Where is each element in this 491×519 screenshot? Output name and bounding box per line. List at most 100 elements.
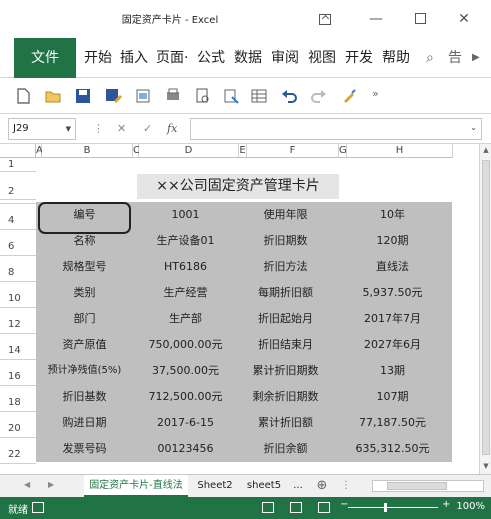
field-label[interactable]: 每期折旧额	[238, 280, 333, 306]
tell-me-icon[interactable]: ⌕	[426, 44, 434, 72]
cancel-icon[interactable]: ✕	[117, 122, 126, 135]
field-value[interactable]: 1001	[133, 202, 238, 228]
field-label[interactable]: 剩余折旧期数	[238, 384, 333, 410]
field-value[interactable]: 2017年7月	[333, 306, 452, 332]
maximize-button[interactable]	[400, 4, 440, 34]
column-header-e[interactable]: E	[239, 144, 247, 158]
field-value[interactable]: 生产经营	[133, 280, 238, 306]
tabs-scroll-right-icon[interactable]: ▶	[472, 44, 480, 72]
field-label[interactable]: 累计折旧期数	[238, 358, 333, 384]
next-sheet-icon[interactable]: ▶	[48, 480, 54, 489]
save-icon[interactable]	[74, 87, 92, 105]
sheet-tab-sheet2[interactable]: Sheet2	[190, 475, 240, 497]
field-value[interactable]: 712,500.00元	[133, 384, 238, 410]
minimize-button[interactable]: —	[356, 4, 396, 34]
field-value[interactable]: 13期	[333, 358, 452, 384]
tab-view[interactable]: 视图	[308, 44, 336, 72]
tab-data[interactable]: 数据	[234, 44, 262, 72]
page-layout-view-icon[interactable]	[290, 502, 302, 513]
field-label[interactable]: 累计折旧额	[238, 410, 333, 436]
card-title[interactable]: ××公司固定资产管理卡片	[137, 174, 339, 199]
field-value[interactable]: 生产设备01	[133, 228, 238, 254]
row-header-8[interactable]: 8	[0, 256, 36, 282]
row-header-10[interactable]: 10	[0, 282, 36, 308]
tab-insert[interactable]: 插入	[120, 44, 148, 72]
field-value[interactable]: 2027年6月	[333, 332, 452, 358]
zoom-out-icon[interactable]: −	[340, 499, 348, 510]
field-value[interactable]: 37,500.00元	[133, 358, 238, 384]
redo-icon[interactable]	[310, 87, 328, 105]
field-label[interactable]: 部门	[36, 306, 133, 332]
row-header-18[interactable]: 18	[0, 386, 36, 412]
row-header-14[interactable]: 14	[0, 334, 36, 360]
field-value[interactable]: 77,187.50元	[333, 410, 452, 436]
field-label[interactable]: 资产原值	[36, 332, 133, 358]
field-value[interactable]: 2017-6-15	[133, 410, 238, 436]
field-label[interactable]: 使用年限	[238, 202, 333, 228]
field-value[interactable]: 107期	[333, 384, 452, 410]
tab-review[interactable]: 审阅	[271, 44, 299, 72]
zoom-slider-knob[interactable]	[384, 503, 387, 512]
select-all-corner[interactable]	[0, 144, 36, 158]
field-label[interactable]: 发票号码	[36, 436, 133, 462]
field-label[interactable]: 购进日期	[36, 410, 133, 436]
row-header-2[interactable]: 2	[0, 172, 36, 200]
field-value[interactable]: 生产部	[133, 306, 238, 332]
page-break-preview-icon[interactable]	[318, 502, 330, 513]
tab-page-layout[interactable]: 页面·	[156, 44, 192, 72]
normal-view-icon[interactable]	[262, 502, 274, 513]
field-label[interactable]: 折旧基数	[36, 384, 133, 410]
tab-help[interactable]: 帮助	[382, 44, 410, 72]
spelling-icon[interactable]	[194, 87, 212, 105]
more-sheets-button[interactable]: ...	[288, 475, 308, 497]
field-label[interactable]: 预计净残值(5%)	[36, 358, 133, 384]
new-sheet-icon[interactable]: ⊕	[312, 475, 332, 497]
format-painter-icon[interactable]	[222, 87, 240, 105]
open-folder-icon[interactable]	[44, 87, 62, 105]
save-as-icon[interactable]	[104, 87, 122, 105]
undo-icon[interactable]	[280, 87, 298, 105]
column-header-g[interactable]: G	[339, 144, 347, 158]
field-value[interactable]: 直线法	[333, 254, 452, 280]
horizontal-scroll-thumb[interactable]	[387, 482, 447, 490]
table-icon[interactable]	[250, 87, 268, 105]
row-header-4[interactable]: 4	[0, 204, 36, 230]
new-document-icon[interactable]	[14, 87, 32, 105]
tab-formulas[interactable]: 公式	[197, 44, 225, 72]
row-header-20[interactable]: 20	[0, 412, 36, 438]
field-value[interactable]: 120期	[333, 228, 452, 254]
sheet-tab-active[interactable]: 固定资产卡片-直线法	[84, 475, 188, 497]
row-header-6[interactable]: 6	[0, 230, 36, 256]
tab-split-handle-icon[interactable]: ⋮	[336, 475, 356, 497]
field-label[interactable]: 类别	[36, 280, 133, 306]
name-box-dropdown-icon[interactable]: ▼	[66, 119, 71, 139]
field-value[interactable]: 635,312.50元	[333, 436, 452, 462]
column-header-f[interactable]: F	[247, 144, 339, 158]
enter-icon[interactable]: ✓	[143, 122, 152, 135]
field-value[interactable]: HT6186	[133, 254, 238, 280]
field-label[interactable]: 折旧结束月	[238, 332, 333, 358]
tab-file[interactable]: 文件	[14, 38, 76, 78]
field-label[interactable]: 折旧期数	[238, 228, 333, 254]
field-value[interactable]: 5,937.50元	[333, 280, 452, 306]
clear-formatting-icon[interactable]	[340, 87, 358, 105]
quick-print-icon[interactable]	[164, 87, 182, 105]
expand-formula-bar-icon[interactable]: ⌄	[470, 123, 477, 132]
row-header-22[interactable]: 22	[0, 438, 36, 464]
vertical-scroll-thumb[interactable]	[482, 160, 490, 455]
horizontal-scrollbar[interactable]	[372, 480, 484, 492]
scroll-up-icon[interactable]: ▲	[482, 146, 490, 154]
zoom-slider[interactable]	[348, 507, 438, 508]
row-header-12[interactable]: 12	[0, 308, 36, 334]
insert-function-icon[interactable]: fx	[167, 122, 177, 135]
field-value[interactable]: 00123456	[133, 436, 238, 462]
formula-input[interactable]: ⌄	[190, 118, 482, 140]
zoom-level[interactable]: 100%	[456, 501, 485, 512]
field-label[interactable]: 折旧起始月	[238, 306, 333, 332]
print-preview-icon[interactable]	[134, 87, 152, 105]
tab-tell-me[interactable]: 告	[448, 44, 462, 72]
field-label[interactable]: 折旧方法	[238, 254, 333, 280]
column-header-d[interactable]: D	[139, 144, 239, 158]
column-header-b[interactable]: B	[42, 144, 133, 158]
vertical-scrollbar[interactable]: ▲ ▼	[479, 144, 491, 474]
